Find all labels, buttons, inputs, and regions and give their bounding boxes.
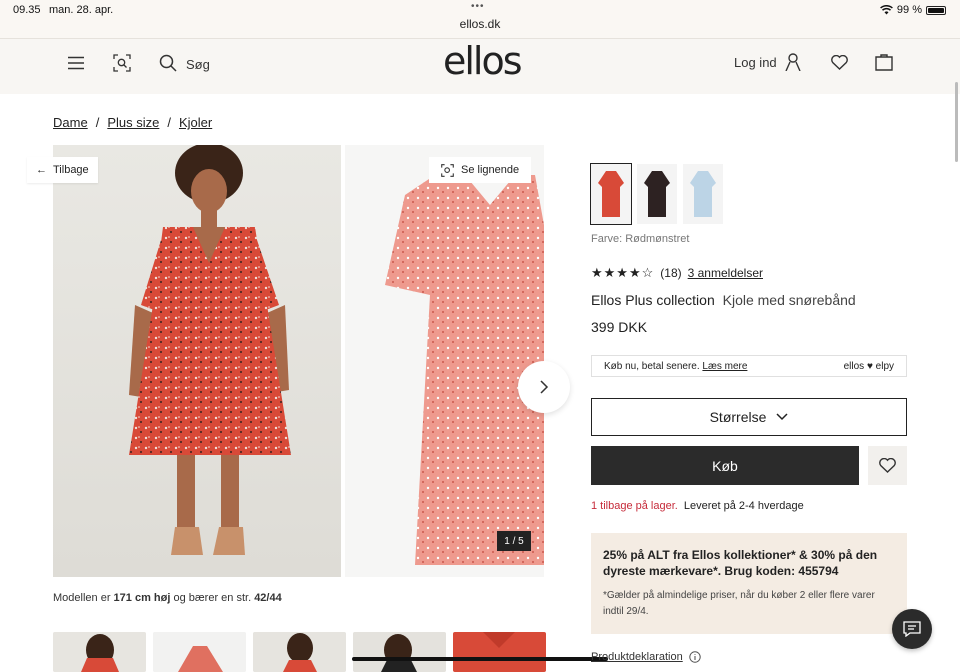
user-icon[interactable] xyxy=(784,52,802,72)
heart-icon xyxy=(879,458,896,473)
product-name: Ellos Plus collection Kjole med snørebån… xyxy=(591,292,856,308)
see-similar-button[interactable]: Se lignende xyxy=(429,157,532,183)
visual-search-icon xyxy=(441,163,454,177)
delivery-time: Leveret på 2-4 hverdage xyxy=(683,500,804,512)
reviews-link[interactable]: 3 anmeldelser xyxy=(688,266,763,280)
product-declaration-link[interactable]: Produktdeklaration xyxy=(591,651,701,663)
model-info: Modellen er 171 cm høj og bærer en str. … xyxy=(53,592,282,604)
thumbnail[interactable] xyxy=(153,632,246,672)
product-declaration-label: Produktdeklaration xyxy=(591,651,683,663)
thumbnail[interactable] xyxy=(53,632,146,672)
battery-icon xyxy=(926,5,946,15)
breadcrumb-item-kjoler[interactable]: Kjoler xyxy=(179,115,212,130)
info-icon xyxy=(689,651,701,663)
menu-icon[interactable] xyxy=(67,55,85,71)
thumbnail-strip xyxy=(53,632,546,672)
thumbnail[interactable] xyxy=(253,632,346,672)
next-image-button[interactable] xyxy=(518,361,570,413)
breadcrumb-item-plus-size[interactable]: Plus size xyxy=(107,115,159,130)
battery-percent: 99 % xyxy=(896,4,922,16)
promo-note: *Gælder på almindelige priser, når du kø… xyxy=(603,590,875,617)
rating-count: (18) xyxy=(660,266,682,280)
thumbnail[interactable] xyxy=(453,632,546,672)
site-header: Søg ellos Log ind xyxy=(0,38,960,94)
payment-partner-logo: ellos ♥ elpy xyxy=(843,360,894,372)
back-button[interactable]: ← Tilbage xyxy=(27,157,98,183)
swatch-red[interactable] xyxy=(590,163,632,225)
status-time: 09.35 xyxy=(13,4,41,16)
product-image-secondary[interactable] xyxy=(345,145,544,577)
product-brand: Ellos Plus collection xyxy=(591,292,715,308)
search-icon[interactable] xyxy=(158,53,178,73)
status-bar: 09.35 man. 28. apr. ••• ellos.dk 99 % xyxy=(0,0,960,38)
back-label: Tilbage xyxy=(53,164,89,176)
product-image-main[interactable] xyxy=(53,145,341,577)
swatch-black[interactable] xyxy=(637,164,677,224)
size-select[interactable]: Størrelse xyxy=(591,398,907,436)
thumbnail[interactable] xyxy=(353,632,446,672)
chat-button[interactable] xyxy=(892,609,932,649)
color-swatches xyxy=(590,163,723,225)
model-height: 171 cm høj xyxy=(113,592,171,604)
wishlist-icon[interactable] xyxy=(830,53,848,71)
model-info-middle: og bærer en str. xyxy=(173,592,252,604)
stock-status: 1 tilbage på lager. xyxy=(591,500,678,512)
rating: ★★★★☆ (18) 3 anmeldelser xyxy=(591,265,763,281)
search-input[interactable]: Søg xyxy=(186,57,210,72)
breadcrumb: Dame / Plus size / Kjoler xyxy=(53,115,212,130)
star-rating-icon: ★★★★☆ xyxy=(591,265,655,280)
scrollbar[interactable] xyxy=(955,82,958,162)
cart-icon[interactable] xyxy=(875,52,893,72)
chevron-right-icon xyxy=(540,380,549,394)
buy-button[interactable]: Køb xyxy=(591,446,859,485)
read-more-link[interactable]: Læs mere xyxy=(702,361,747,372)
size-label: Størrelse xyxy=(709,409,767,425)
payment-banner: Køb nu, betal senere. Læs mere ellos ♥ e… xyxy=(591,355,907,377)
product-price: 399 DKK xyxy=(591,319,648,335)
chevron-down-icon xyxy=(776,413,788,421)
visual-search-icon[interactable] xyxy=(112,53,132,73)
status-right: 99 % xyxy=(880,4,946,16)
login-link[interactable]: Log ind xyxy=(734,55,777,70)
image-counter: 1 / 5 xyxy=(497,531,531,551)
swatch-blue[interactable] xyxy=(683,164,723,224)
breadcrumb-separator: / xyxy=(167,115,171,130)
arrow-left-icon: ← xyxy=(36,164,47,176)
status-date: man. 28. apr. xyxy=(49,4,114,16)
more-dots-icon[interactable]: ••• xyxy=(471,1,485,12)
payment-text-wrapper: Køb nu, betal senere. Læs mere xyxy=(604,361,747,372)
wifi-icon xyxy=(880,5,893,15)
model-info-prefix: Modellen er xyxy=(53,592,111,604)
stock-info: 1 tilbage på lager. Leveret på 2-4 hverd… xyxy=(591,500,804,512)
see-similar-label: Se lignende xyxy=(461,164,520,176)
payment-text: Køb nu, betal senere. xyxy=(604,360,700,372)
add-to-wishlist-button[interactable] xyxy=(868,446,907,485)
home-indicator xyxy=(352,657,608,661)
breadcrumb-separator: / xyxy=(95,115,100,130)
color-label: Farve: Rødmønstret xyxy=(591,233,690,245)
chat-icon xyxy=(903,621,921,637)
promo-text: 25% på ALT fra Ellos kollektioner* & 30%… xyxy=(603,548,878,578)
promo-banner: 25% på ALT fra Ellos kollektioner* & 30%… xyxy=(591,533,907,634)
product-title: Kjole med snørebånd xyxy=(722,292,856,308)
address-bar-url[interactable]: ellos.dk xyxy=(0,17,960,31)
site-logo[interactable]: ellos xyxy=(443,39,523,83)
breadcrumb-item-dame[interactable]: Dame xyxy=(53,115,88,130)
model-size: 42/44 xyxy=(254,592,282,604)
